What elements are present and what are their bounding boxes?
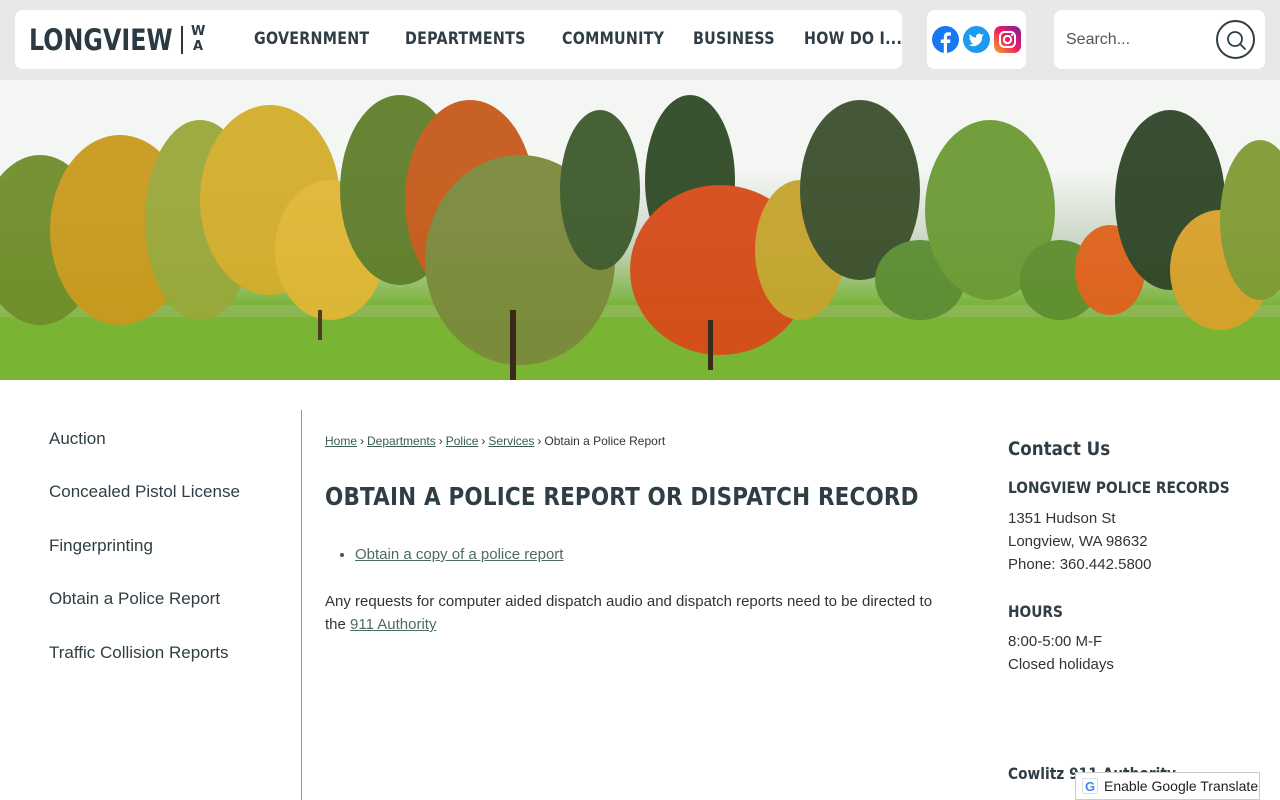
sidebar-item-concealed-pistol-license[interactable]: Concealed Pistol License <box>49 482 240 502</box>
phone-number: Phone: 360.442.5800 <box>1008 556 1152 573</box>
contact-us-heading: Contact Us <box>1008 438 1111 460</box>
breadcrumb-police[interactable]: Police <box>446 434 479 448</box>
logo-state: WA <box>191 24 206 54</box>
search-button[interactable] <box>1216 20 1255 59</box>
nav-bar: LONGVIEW WA GOVERNMENT DEPARTMENTS COMMU… <box>15 10 902 69</box>
nav-business[interactable]: BUSINESS <box>693 29 775 49</box>
autumn-trees-banner <box>0 95 1280 380</box>
nav-departments[interactable]: DEPARTMENTS <box>405 29 526 49</box>
police-report-copy-link[interactable]: Obtain a copy of a police report <box>355 546 563 563</box>
nav-how-do-i[interactable]: HOW DO I... <box>804 29 902 49</box>
list-item: Obtain a copy of a police report <box>355 546 563 563</box>
nav-community[interactable]: COMMUNITY <box>562 29 664 49</box>
address-line-1: 1351 Hudson St <box>1008 510 1116 527</box>
hero-banner <box>0 80 1280 380</box>
sidebar-item-fingerprinting[interactable]: Fingerprinting <box>49 536 153 556</box>
breadcrumb: Home › Departments › Police › Services › Obtain … <box>325 434 666 448</box>
records-heading: LONGVIEW POLICE RECORDS <box>1008 478 1230 497</box>
site-header: LONGVIEW WA GOVERNMENT DEPARTMENTS COMMU… <box>0 0 1280 80</box>
hours-line-2: Closed holidays <box>1008 656 1114 673</box>
sidebar-item-auction[interactable]: Auction <box>49 429 106 449</box>
sidebar-nav: Auction Concealed Pistol License Fingerp… <box>0 410 302 800</box>
breadcrumb-departments[interactable]: Departments <box>367 434 436 448</box>
site-logo[interactable]: LONGVIEW WA <box>29 22 206 58</box>
sidebar-item-obtain-police-report[interactable]: Obtain a Police Report <box>49 589 220 609</box>
911-authority-link[interactable]: 911 Authority <box>350 616 436 633</box>
hours-line-1: 8:00-5:00 M-F <box>1008 633 1103 650</box>
facebook-icon[interactable] <box>932 26 959 53</box>
translate-label: Enable Google Translate <box>1104 778 1259 794</box>
breadcrumb-services[interactable]: Services <box>488 434 534 448</box>
breadcrumb-current: Obtain a Police Report <box>544 434 666 448</box>
sidebar-item-traffic-collision-reports[interactable]: Traffic Collision Reports <box>49 643 229 663</box>
dispatch-info-text: Any requests for computer aided dispatch… <box>325 593 933 633</box>
page-title: OBTAIN A POLICE REPORT OR DISPATCH RECOR… <box>325 482 919 511</box>
nav-government[interactable]: GOVERNMENT <box>254 29 369 49</box>
search-input[interactable] <box>1066 24 1211 56</box>
google-translate-button[interactable]: G Enable Google Translate <box>1075 772 1260 800</box>
logo-divider <box>181 26 183 54</box>
social-links <box>927 10 1026 69</box>
breadcrumb-home[interactable]: Home <box>325 434 357 448</box>
search-icon <box>1226 30 1246 50</box>
address-line-2: Longview, WA 98632 <box>1008 533 1148 550</box>
instagram-icon[interactable] <box>994 26 1021 53</box>
hours-heading: HOURS <box>1008 602 1063 621</box>
twitter-icon[interactable] <box>963 26 990 53</box>
search-box <box>1054 10 1265 69</box>
report-links-list: Obtain a copy of a police report <box>355 546 563 563</box>
logo-wordmark: LONGVIEW <box>29 23 173 57</box>
google-icon: G <box>1082 778 1098 794</box>
